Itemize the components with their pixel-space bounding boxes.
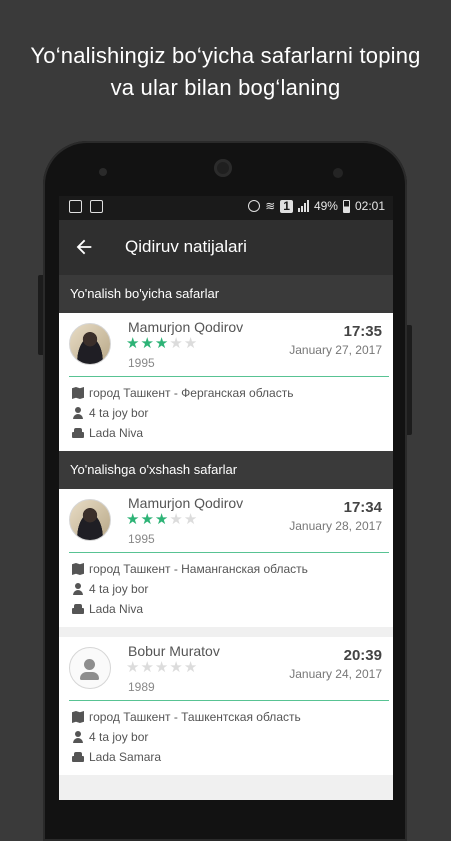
star-empty-icon: ★ (169, 659, 183, 676)
divider (69, 376, 389, 377)
trip-date: January 24, 2017 (289, 667, 382, 681)
star-filled-icon: ★ (126, 335, 140, 352)
route-row: город Ташкент - Ташкентская область (72, 707, 393, 727)
star-empty-icon: ★ (140, 659, 154, 676)
phone-speaker (214, 159, 232, 177)
promo-line-1: Yo‘nalishingiz bo‘yicha safarlarni topin… (30, 43, 421, 68)
wifi-icon: ≋ (265, 199, 276, 213)
section-header: Yo'nalish bo'yicha safarlar (59, 275, 393, 313)
seats-text: 4 ta joy bor (89, 730, 149, 744)
star-empty-icon: ★ (126, 659, 140, 676)
section-header: Yo'nalishga o'xshash safarlar (59, 451, 393, 489)
divider (69, 552, 389, 553)
car-icon (72, 427, 84, 439)
car-row: Lada Niva (72, 599, 393, 619)
star-filled-icon: ★ (154, 511, 169, 528)
trip-card[interactable]: Bobur Muratov ★ ★ ★ ★ ★ 1989 20:39 January 24, 2… (59, 637, 393, 775)
trip-card[interactable]: Mamurjon Qodirov ★ ★ ★ ★ ★ 1995 17:34 January 28… (59, 489, 393, 627)
trip-details: город Ташкент - Ферганская область 4 ta j… (59, 377, 393, 451)
app-bar: Qidiruv natijalari (59, 220, 393, 275)
star-empty-icon: ★ (183, 659, 198, 676)
phone-side-button (407, 325, 412, 435)
phone-camera (333, 168, 343, 178)
trip-card-header: Bobur Muratov ★ ★ ★ ★ ★ 1989 20:39 January 24, 2… (59, 637, 393, 701)
sim-indicator: 1 (280, 199, 293, 213)
seats-row: 4 ta joy bor (72, 579, 393, 599)
trip-date: January 27, 2017 (289, 343, 382, 357)
star-filled-icon: ★ (140, 335, 154, 352)
seats-text: 4 ta joy bor (89, 582, 149, 596)
battery-percent: 49% (313, 199, 338, 213)
promo-text: Yo‘nalishingiz bo‘yicha safarlarni topin… (0, 40, 451, 104)
trip-details: город Ташкент - Ташкентская область 4 ta … (59, 701, 393, 775)
promo-line-2: va ular bilan bog‘laning (110, 75, 341, 100)
trip-details: город Ташкент - Наманганская область 4 ta… (59, 553, 393, 627)
star-filled-icon: ★ (126, 511, 140, 528)
trip-card-header: Mamurjon Qodirov ★ ★ ★ ★ ★ 1995 17:34 January 28… (59, 489, 393, 553)
map-icon (72, 387, 84, 399)
avatar-placeholder-icon (69, 647, 111, 689)
driver-name: Bobur Muratov (128, 643, 220, 659)
phone-sensor (99, 168, 107, 176)
star-filled-icon: ★ (154, 335, 169, 352)
trip-card-header: Mamurjon Qodirov ★ ★ ★ ★ ★ 1995 17:35 January 27… (59, 313, 393, 377)
star-empty-icon: ★ (169, 335, 183, 352)
avatar (69, 499, 111, 541)
car-icon (72, 751, 84, 763)
trip-date: January 28, 2017 (289, 519, 382, 533)
signal-icon (297, 200, 309, 212)
trip-time: 20:39 (343, 647, 382, 664)
person-icon (72, 407, 84, 419)
car-text: Lada Niva (89, 426, 144, 440)
trip-time: 17:34 (343, 499, 382, 516)
seats-text: 4 ta joy bor (89, 406, 149, 420)
map-icon (72, 563, 84, 575)
star-filled-icon: ★ (140, 511, 154, 528)
trip-card[interactable]: Mamurjon Qodirov ★ ★ ★ ★ ★ 1995 17:35 January 27… (59, 313, 393, 451)
screenshot-notification-icon (90, 200, 103, 213)
card-gap (59, 627, 393, 637)
birth-year: 1989 (128, 680, 155, 694)
seats-row: 4 ta joy bor (72, 403, 393, 423)
driver-name: Mamurjon Qodirov (128, 495, 244, 511)
results-list: Yo'nalish bo'yicha safarlar Mamurjon Qodi… (59, 275, 393, 775)
gallery-notification-icon (69, 200, 82, 213)
page-title: Qidiruv natijalari (125, 237, 247, 256)
car-text: Lada Niva (89, 602, 144, 616)
map-icon (72, 711, 84, 723)
rating-stars: ★ ★ ★ ★ ★ (126, 660, 197, 675)
car-row: Lada Samara (72, 747, 393, 767)
star-empty-icon: ★ (169, 511, 183, 528)
person-icon (72, 731, 84, 743)
status-bar: ≋ 1 49% 02:01 (59, 196, 393, 220)
car-row: Lada Niva (72, 423, 393, 443)
route-row: город Ташкент - Ферганская область (72, 383, 393, 403)
route-text: город Ташкент - Ферганская область (89, 386, 294, 400)
phone-screen: ≋ 1 49% 02:01 Qidiruv natijalari Yo'nali… (59, 196, 393, 800)
clock: 02:01 (354, 199, 385, 213)
birth-year: 1995 (128, 532, 155, 546)
trip-time: 17:35 (343, 323, 382, 340)
route-row: город Ташкент - Наманганская область (72, 559, 393, 579)
car-icon (72, 603, 84, 615)
car-text: Lada Samara (89, 750, 162, 764)
divider (69, 700, 389, 701)
alarm-icon (248, 200, 261, 212)
driver-name: Mamurjon Qodirov (128, 319, 244, 335)
seats-row: 4 ta joy bor (72, 727, 393, 747)
rating-stars: ★ ★ ★ ★ ★ (126, 512, 197, 527)
route-text: город Ташкент - Ташкентская область (89, 710, 301, 724)
star-empty-icon: ★ (154, 659, 169, 676)
rating-stars: ★ ★ ★ ★ ★ (126, 336, 197, 351)
birth-year: 1995 (128, 356, 155, 370)
avatar (69, 323, 111, 365)
star-empty-icon: ★ (183, 335, 198, 352)
battery-icon (342, 199, 350, 213)
star-empty-icon: ★ (183, 511, 198, 528)
route-text: город Ташкент - Наманганская область (89, 562, 308, 576)
arrow-left-icon[interactable] (73, 236, 95, 258)
person-icon (72, 583, 84, 595)
